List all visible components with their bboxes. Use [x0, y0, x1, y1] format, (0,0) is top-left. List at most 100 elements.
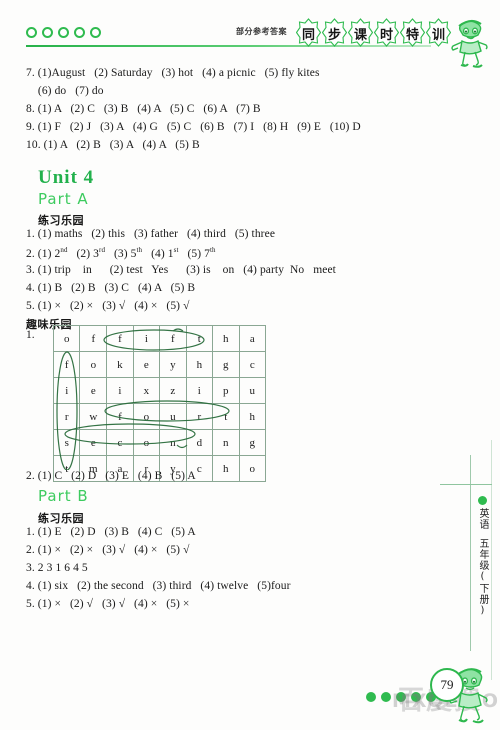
grid-cell: n: [159, 429, 187, 456]
side-tab-dot-icon: [477, 496, 487, 505]
answer-line: (6) do (7) do: [26, 85, 104, 97]
page-header: 部分参考答案 同步课时特训: [0, 18, 500, 68]
ordinal-suffix: nd: [60, 246, 68, 254]
ordinal-label: (2): [67, 247, 94, 260]
header-dot-icon: [90, 27, 101, 38]
grid-row: rwfourth: [52, 403, 267, 430]
answer-line: 9. (1) F (2) J (3) A (4) G (5) C (6) B (…: [26, 121, 361, 133]
grid-cell: u: [238, 377, 267, 404]
ordinal-label: (4): [142, 247, 168, 260]
grid-cell: n: [212, 429, 240, 456]
grid-cell: f: [52, 351, 81, 378]
grid-cell: k: [106, 351, 134, 378]
grid-cell: g: [238, 429, 267, 456]
part-a-section1-heading: 练习乐园: [38, 214, 84, 227]
grid-cell: h: [185, 351, 214, 378]
header-title-char-text: 课: [353, 28, 367, 43]
grid-cell: f: [79, 325, 108, 352]
answer-key-page: 部分参考答案 同步课时特训 7. (1)August (2) Saturday …: [0, 0, 500, 730]
grid-cell: e: [132, 351, 161, 378]
grid-row: offiftha: [52, 325, 267, 352]
page-number-badge: 79: [430, 668, 464, 702]
ordinal-label: 2. (1): [26, 247, 55, 260]
answer-line: 2. (1) C (2) D (3) E (4) B (5) A: [26, 470, 196, 482]
answer-line: 7. (1)August (2) Saturday (3) hot (4) a …: [26, 67, 320, 79]
grid-row: fokeyhgc: [52, 351, 267, 378]
grid-cell: z: [159, 377, 187, 404]
ordinal-label: (3): [105, 247, 131, 260]
grid-cell: f: [159, 325, 187, 352]
answer-line: 4. (1) B (2) B (3) C (4) A (5) B: [26, 282, 196, 294]
grid-cell: i: [132, 325, 161, 352]
grid-cell: o: [52, 325, 81, 352]
header-title-char: 步: [322, 18, 347, 47]
grid-cell: e: [79, 377, 108, 404]
word-search-puzzle: 1. offifthafokeyhgcieixzipurwfourthsecon…: [26, 322, 267, 482]
grid-cell: t: [185, 325, 214, 352]
answer-line: 10. (1) A (2) B (3) A (4) A (5) B: [26, 139, 200, 151]
header-subtitle: 部分参考答案: [236, 27, 287, 36]
header-title-char: 时: [374, 18, 399, 47]
answer-line: 2. (1) × (2) × (3) √ (4) × (5) √: [26, 544, 190, 556]
side-tab-subject: 英语: [477, 508, 488, 530]
grid-cell: s: [52, 429, 81, 456]
grid-cell: h: [212, 455, 240, 482]
header-title-char: 课: [348, 18, 373, 47]
mascot-top-icon: [447, 13, 493, 76]
grid-cell: h: [212, 325, 240, 352]
grid-cell: h: [238, 403, 267, 430]
grid-cell: o: [132, 403, 161, 430]
ordinal-suffix: th: [209, 246, 216, 254]
header-dot-icon: [74, 27, 85, 38]
header-title-char: 同: [296, 18, 321, 47]
side-tab: 英语 五年级 (下册): [473, 496, 491, 617]
part-a-title: Part A: [38, 190, 89, 208]
margin-rule-horizontal: [440, 484, 492, 485]
answer-line: 5. (1) × (2) √ (3) √ (4) × (5) ×: [26, 598, 190, 610]
margin-rule-outer: [491, 440, 492, 680]
grid-cell: i: [52, 377, 81, 404]
answer-line: 4. (1) six (2) the second (3) third (4) …: [26, 580, 291, 592]
grid-cell: o: [238, 455, 267, 482]
header-title-char-text: 步: [327, 28, 341, 43]
header-title-char-text: 时: [379, 28, 393, 43]
answer-line: 1. (1) maths (2) this (3) father (4) thi…: [26, 228, 276, 240]
unit-title: Unit 4: [38, 167, 95, 188]
grid-cell: e: [79, 429, 108, 456]
answer-line-ordinals: 2. (1) 2nd (2) 3rd (3) 5th (4) 1st (5) 7…: [26, 246, 216, 260]
grid-cell: t: [212, 403, 240, 430]
grid-cell: y: [159, 351, 187, 378]
grid-cell: u: [159, 403, 187, 430]
grid-cell: i: [106, 377, 134, 404]
header-title-char-text: 特: [405, 28, 419, 43]
grid-cell: d: [185, 429, 214, 456]
header-dot-row: [26, 27, 101, 38]
grid-cell: x: [132, 377, 161, 404]
grid-cell: r: [185, 403, 214, 430]
grid-cell: o: [132, 429, 161, 456]
footer-dot-icon: [366, 692, 376, 702]
header-dot-icon: [42, 27, 53, 38]
answer-line: 3. 2 3 1 6 4 5: [26, 562, 88, 574]
grid-cell: i: [185, 377, 214, 404]
part-b-title: Part B: [38, 487, 89, 505]
grid-cell: p: [212, 377, 240, 404]
answer-line: 5. (1) × (2) × (3) √ (4) × (5) √: [26, 300, 190, 312]
grid-cell: w: [79, 403, 108, 430]
grid-cell: g: [212, 351, 240, 378]
grid-cell: f: [106, 325, 134, 352]
grid-cell: o: [79, 351, 108, 378]
side-tab-volume: (下册): [477, 571, 488, 617]
grid-cell: c: [238, 351, 267, 378]
puzzle-item-number: 1.: [26, 329, 35, 341]
side-tab-grade: 五年级: [477, 538, 488, 571]
answer-line: 8. (1) A (2) C (3) B (4) A (5) C (6) A (…: [26, 103, 261, 115]
answer-line: 1. (1) E (2) D (3) B (4) C (5) A: [26, 526, 196, 538]
grid-row: secondng: [52, 429, 267, 456]
footer-dot-icon: [381, 692, 391, 702]
answer-line: 3. (1) trip in (2) test Yes (3) is on (4…: [26, 264, 336, 276]
header-dot-icon: [26, 27, 37, 38]
grid-row: ieixzipu: [52, 377, 267, 404]
ordinal-label: (5): [178, 247, 205, 260]
header-title-char: 特: [400, 18, 425, 47]
